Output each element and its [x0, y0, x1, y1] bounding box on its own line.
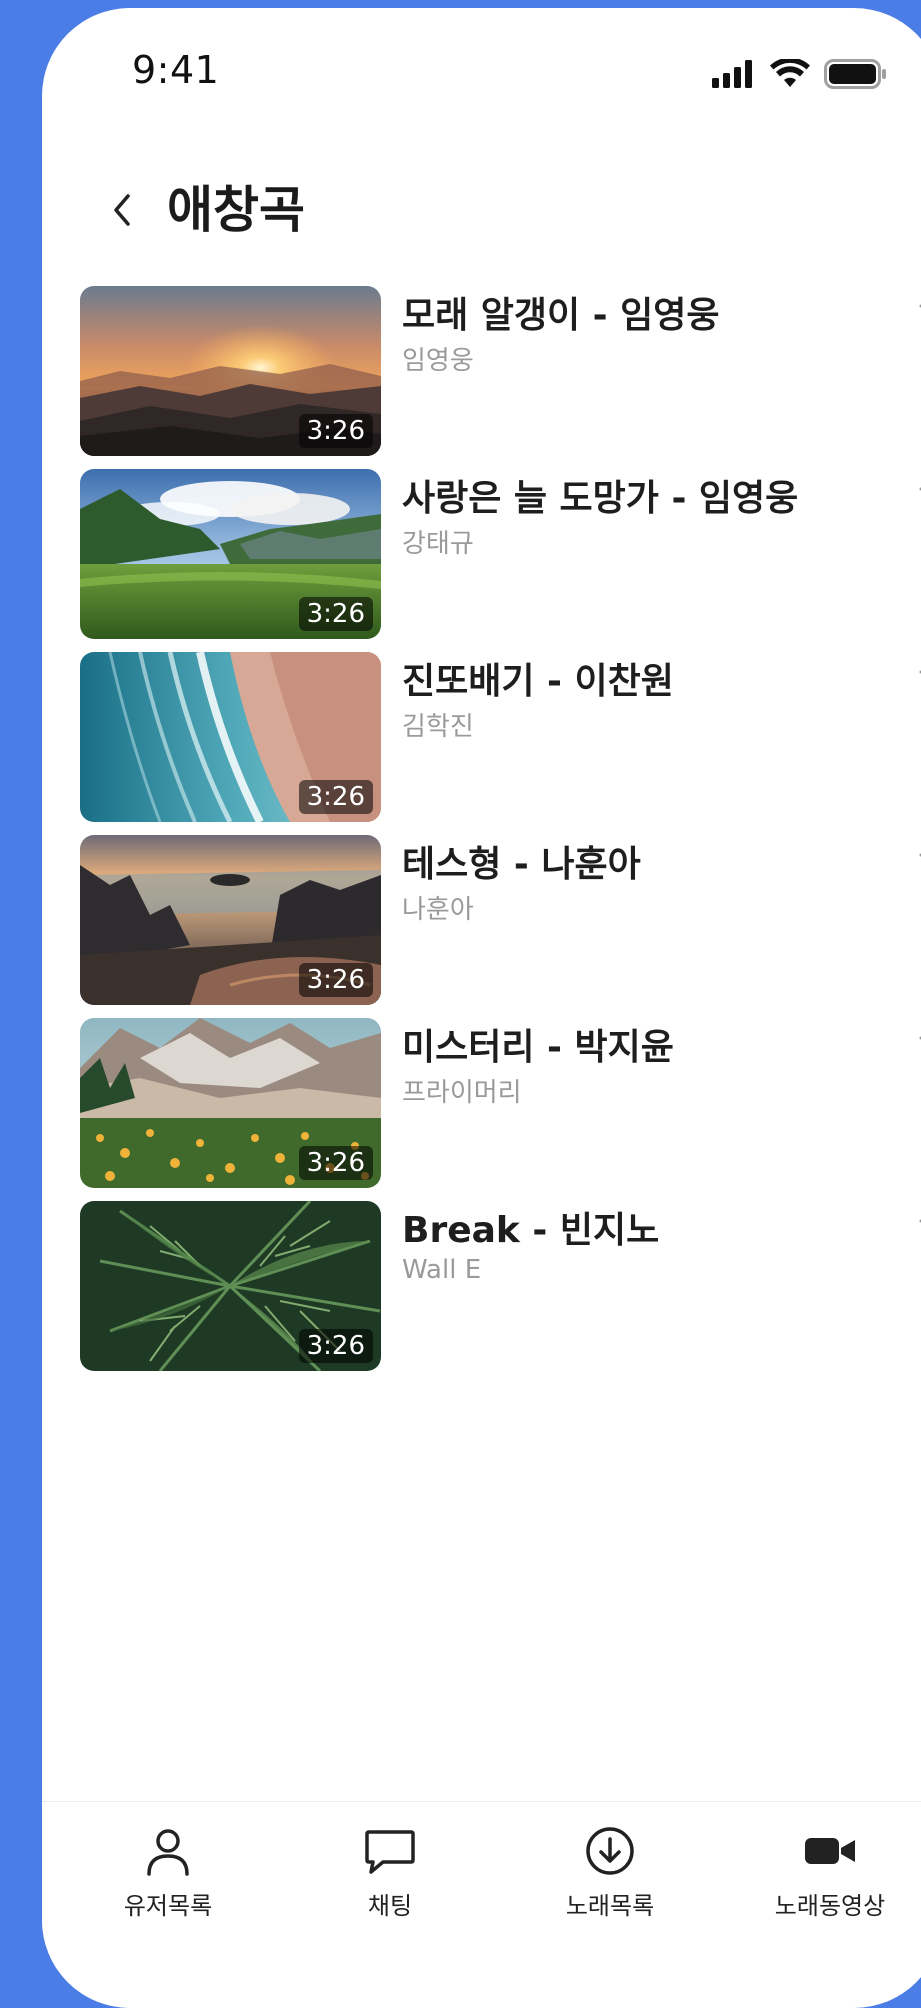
duration-badge: 3:26	[298, 1329, 373, 1363]
song-thumbnail[interactable]: 3:26	[80, 286, 381, 456]
song-title: 미스터리 - 박지윤	[402, 1027, 674, 1068]
song-thumbnail[interactable]: 3:26	[80, 469, 381, 639]
duration-badge: 3:26	[298, 780, 373, 814]
nav-item-song-list[interactable]: 노래목록	[510, 1802, 710, 1922]
page-title: 애창곡	[167, 181, 305, 239]
delete-button[interactable]	[912, 839, 921, 899]
duration-badge: 3:26	[298, 597, 373, 631]
duration-badge: 3:26	[298, 414, 373, 448]
delete-button[interactable]	[912, 473, 921, 533]
chat-icon	[365, 1830, 415, 1874]
status-icons	[712, 54, 888, 94]
song-item[interactable]: 3:26 사랑은 늘 도망가 - 임영웅 강태규	[80, 461, 921, 639]
nav-label: 채팅	[367, 1892, 413, 1920]
wifi-icon	[770, 59, 810, 87]
song-artist: 임영웅	[402, 346, 474, 376]
delete-button[interactable]	[912, 1205, 921, 1265]
back-button[interactable]	[92, 180, 152, 240]
song-artist: 나훈아	[402, 895, 474, 925]
user-icon	[147, 1829, 189, 1876]
header: 애창곡	[42, 158, 921, 258]
song-item[interactable]: 3:26 모래 알갱이 - 임영웅 임영웅	[80, 278, 921, 456]
chevron-left-icon	[114, 194, 130, 226]
song-thumbnail[interactable]: 3:26	[80, 1201, 381, 1371]
duration-badge: 3:26	[298, 1146, 373, 1180]
nav-label: 유저목록	[123, 1892, 213, 1920]
song-item[interactable]: 3:26 미스터리 - 박지윤 프라이머리	[80, 1010, 921, 1188]
song-item[interactable]: 3:26 진또배기 - 이찬원 김학진	[80, 644, 921, 822]
song-title: 사랑은 늘 도망가 - 임영웅	[402, 478, 799, 519]
bottom-nav: 유저목록 채팅 노래목록 노래동영상	[42, 1801, 921, 2002]
delete-button[interactable]	[912, 1022, 921, 1082]
song-artist: Wall E	[402, 1255, 482, 1285]
nav-label: 노래목록	[565, 1892, 655, 1920]
song-artist: 강태규	[402, 529, 474, 559]
battery-icon	[824, 59, 886, 89]
song-title: 진또배기 - 이찬원	[402, 661, 674, 702]
song-title: Break - 빈지노	[402, 1210, 660, 1251]
video-camera-icon	[805, 1838, 855, 1864]
song-item[interactable]: 3:26 Break - 빈지노 Wall E	[80, 1193, 921, 1371]
status-bar: 9:41	[42, 8, 921, 138]
duration-badge: 3:26	[298, 963, 373, 997]
song-artist: 프라이머리	[402, 1078, 522, 1108]
download-circle-icon	[586, 1827, 634, 1875]
nav-item-chat[interactable]: 채팅	[290, 1802, 490, 1922]
nav-label: 노래동영상	[774, 1892, 886, 1920]
song-title: 모래 알갱이 - 임영웅	[402, 295, 720, 336]
phone-screen: 9:41 애창곡 3:26 모래 알갱이 - 임영웅 임영웅 3:26 사랑은 …	[42, 8, 921, 2008]
song-artist: 김학진	[402, 712, 474, 742]
song-title: 테스형 - 나훈아	[402, 844, 641, 885]
status-time: 9:41	[132, 48, 220, 92]
delete-button[interactable]	[912, 656, 921, 716]
delete-button[interactable]	[912, 290, 921, 350]
song-thumbnail[interactable]: 3:26	[80, 652, 381, 822]
song-item[interactable]: 3:26 테스형 - 나훈아 나훈아	[80, 827, 921, 1005]
nav-item-users[interactable]: 유저목록	[68, 1802, 268, 1922]
signal-icon	[712, 60, 752, 88]
song-thumbnail[interactable]: 3:26	[80, 835, 381, 1005]
nav-item-song-videos[interactable]: 노래동영상	[730, 1802, 921, 1922]
song-thumbnail[interactable]: 3:26	[80, 1018, 381, 1188]
